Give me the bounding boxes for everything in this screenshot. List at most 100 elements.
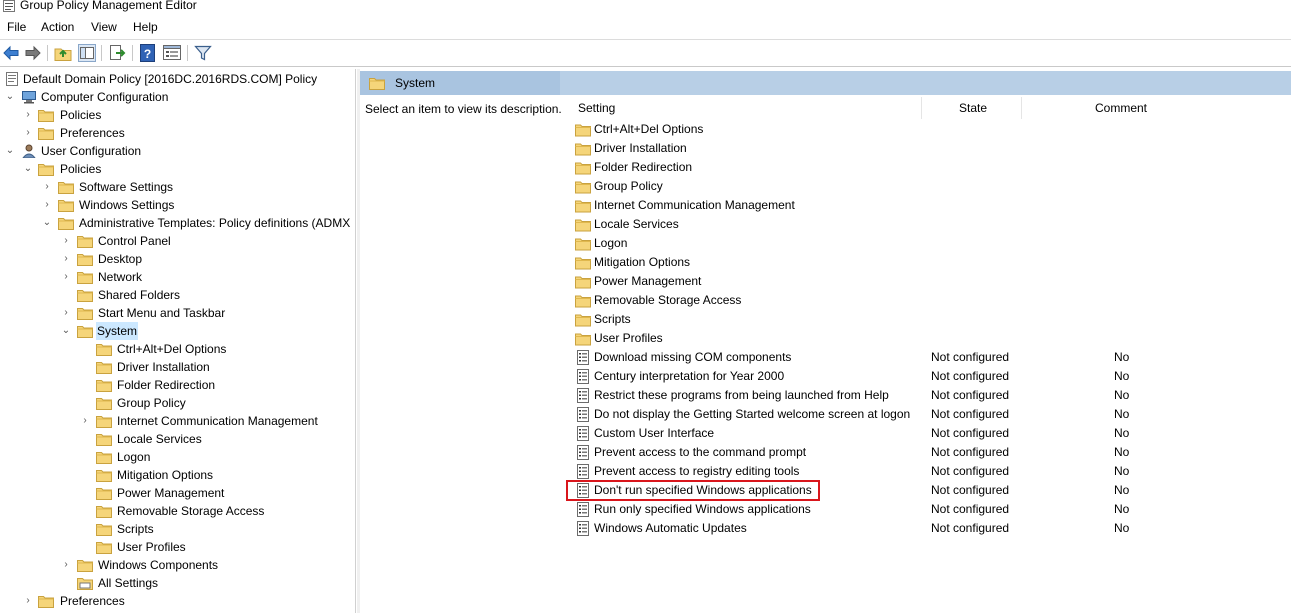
export-list-icon[interactable] [108,44,126,62]
details-pane: System Select an item to view its descri… [360,69,1291,613]
toolbar: ? [0,39,1291,67]
folder-icon [96,378,112,392]
app-icon [3,0,15,12]
title-bar: Group Policy Management Editor [0,0,1291,16]
back-icon[interactable] [2,44,20,62]
list-item-name: Folder Redirection [594,160,693,174]
folder-icon [77,306,93,320]
chevron-right-icon[interactable]: › [80,412,90,430]
toolbar-separator [47,45,48,61]
list-item-folder[interactable]: User Profiles [565,329,1291,348]
chevron-right-icon[interactable]: › [23,106,33,124]
list-item-setting[interactable]: Custom User Interface Not configured No [565,424,1291,443]
forward-icon[interactable] [24,44,42,62]
list-item-setting[interactable]: Run only specified Windows applications … [565,500,1291,519]
chevron-right-icon[interactable]: › [42,178,52,196]
list-item-setting[interactable]: Century interpretation for Year 2000 Not… [565,367,1291,386]
tree-label: Start Menu and Taskbar [98,306,226,320]
list-item-folder[interactable]: Driver Installation [565,139,1291,158]
list-item-setting[interactable]: Prevent access to registry editing tools… [565,462,1291,481]
chevron-right-icon[interactable]: › [61,556,71,574]
chevron-right-icon[interactable]: › [61,304,71,322]
panel-header-tab [360,71,560,95]
setting-name: Prevent access to registry editing tools [594,464,800,478]
list-item-folder[interactable]: Group Policy [565,177,1291,196]
tree-label: Shared Folders [98,288,181,302]
list-item-setting[interactable]: Prevent access to the command prompt Not… [565,443,1291,462]
menu-action[interactable]: Action [41,20,74,34]
menu-bar: File Action View Help [0,17,1291,37]
tree-label: Folder Redirection [117,378,216,392]
tree-label: Policies [60,162,102,176]
highlight-box [566,480,820,501]
list-item-folder[interactable]: Scripts [565,310,1291,329]
chevron-right-icon[interactable]: › [61,250,71,268]
menu-view[interactable]: View [91,20,117,34]
tree-label: Power Management [117,486,225,500]
tree-label-selected: System [96,322,139,340]
up-folder-icon[interactable] [54,44,72,62]
setting-state: Not configured [931,464,1010,478]
folder-icon [58,180,74,194]
policy-setting-icon [575,350,591,365]
chevron-right-icon[interactable]: › [61,232,71,250]
folder-icon [575,312,591,327]
list-item-name: Group Policy [594,179,663,193]
list-item-setting[interactable]: Restrict these programs from being launc… [565,386,1291,405]
menu-file[interactable]: File [7,20,26,34]
column-header-comment[interactable]: Comment [1095,101,1147,115]
list-item-folder[interactable]: Removable Storage Access [565,291,1291,310]
tree-label: User Configuration [41,144,142,158]
folder-icon [96,522,112,536]
list-item-setting[interactable]: Download missing COM components Not conf… [565,348,1291,367]
list-item-setting[interactable]: Do not display the Getting Started welco… [565,405,1291,424]
filter-icon[interactable] [194,44,212,62]
properties-icon[interactable] [163,44,181,62]
chevron-right-icon[interactable]: › [61,268,71,286]
chevron-down-icon[interactable]: ⌄ [5,142,15,160]
setting-state: Not configured [931,369,1010,383]
list-item-folder[interactable]: Internet Communication Management [565,196,1291,215]
setting-comment: No [1114,502,1130,516]
column-divider[interactable] [921,97,922,119]
chevron-right-icon[interactable]: › [23,124,33,142]
column-header-setting[interactable]: Setting [578,101,615,115]
column-header-state[interactable]: State [959,101,987,115]
chevron-down-icon[interactable]: ⌄ [23,160,33,178]
tree-label: Locale Services [117,432,202,446]
chevron-down-icon[interactable]: ⌄ [42,214,52,232]
menu-help[interactable]: Help [133,20,158,34]
list-item-setting[interactable]: Windows Automatic Updates Not configured… [565,519,1291,538]
setting-comment: No [1114,483,1130,497]
folder-icon [38,594,54,608]
list-item-folder[interactable]: Mitigation Options [565,253,1291,272]
chevron-right-icon[interactable]: › [23,592,33,610]
setting-name: Prevent access to the command prompt [594,445,807,459]
folder-icon [96,396,112,410]
help-icon[interactable]: ? [139,44,157,62]
list-item-name: Scripts [594,312,631,326]
tree-label: Network [98,270,143,284]
toolbar-separator [187,45,188,61]
folder-icon [96,450,112,464]
chevron-right-icon[interactable]: › [42,196,52,214]
folder-icon [77,234,93,248]
show-hide-tree-icon[interactable] [78,44,96,62]
list-item-folder[interactable]: Power Management [565,272,1291,291]
list-item-folder[interactable]: Logon [565,234,1291,253]
folder-icon [96,504,112,518]
folder-icon [77,558,93,572]
setting-state: Not configured [931,407,1010,421]
column-divider[interactable] [1021,97,1022,119]
folder-icon [575,236,591,251]
tree-label: Driver Installation [117,360,210,374]
setting-comment: No [1114,369,1130,383]
tree-label: All Settings [98,576,159,590]
list-item-folder[interactable]: Folder Redirection [565,158,1291,177]
list-item-folder[interactable]: Locale Services [565,215,1291,234]
chevron-down-icon[interactable]: ⌄ [5,88,15,106]
folder-icon [575,255,591,270]
chevron-down-icon[interactable]: ⌄ [61,322,71,340]
folder-open-icon [77,324,93,338]
list-item-folder[interactable]: Ctrl+Alt+Del Options [565,120,1291,139]
